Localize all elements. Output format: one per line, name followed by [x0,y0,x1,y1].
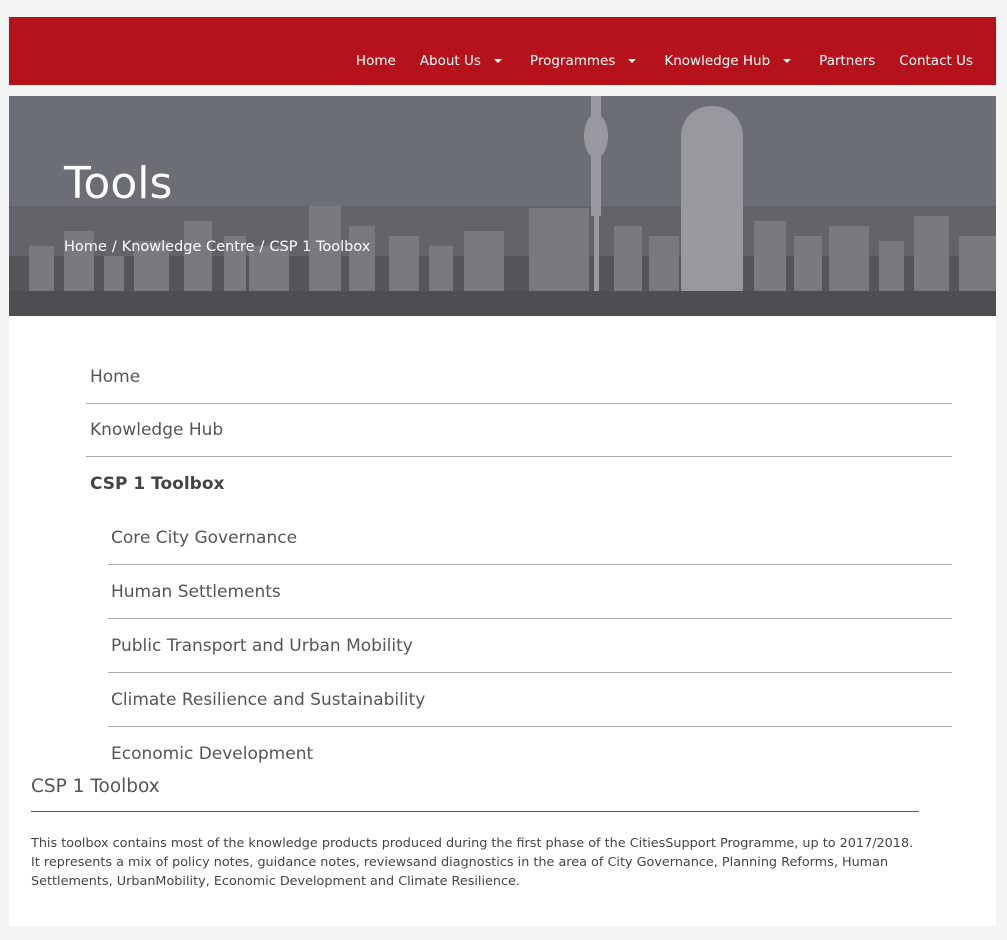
breadcrumb-separator: / [111,239,117,255]
nav-partners-label: Partners [819,53,876,69]
breadcrumb-home[interactable]: Home [64,239,107,255]
sidebar-item-label: Public Transport and Urban Mobility [111,635,413,656]
sidebar-item-label: Knowledge Hub [90,420,224,440]
sidebar-item-label: Core City Governance [111,527,298,548]
section-description: This toolbox contains most of the knowle… [31,836,914,889]
nav-knowledge-hub[interactable]: Knowledge Hub [664,53,795,69]
nav-contact-us-label: Contact Us [899,53,973,69]
breadcrumb-current: CSP 1 Toolbox [269,239,371,255]
main-menu: Home About Us Programmes Knowledge Hub P… [332,53,973,69]
sidebar-item-label: Home [90,367,141,387]
sidebar-item-home[interactable]: Home [86,351,952,404]
chevron-down-icon [783,59,792,63]
breadcrumb: Home / Knowledge Centre / CSP 1 Toolbox [64,239,370,255]
chevron-down-icon [493,59,502,63]
sidebar-item-economic-development[interactable]: Economic Development [108,727,952,781]
sidebar-item-human-settlements[interactable]: Human Settlements [108,565,952,619]
sidebar-item-label: Climate Resilience and Sustainability [111,689,426,710]
sidebar-item-label: Human Settlements [111,581,281,602]
top-navigation-bar: Home About Us Programmes Knowledge Hub P… [9,17,996,85]
sidebar-section-csp1-toolbox[interactable]: CSP 1 Toolbox [86,457,952,511]
hero-banner: Tools Home / Knowledge Centre / CSP 1 To… [9,96,996,316]
nav-programmes[interactable]: Programmes [530,53,640,69]
nav-knowledge-hub-label: Knowledge Hub [664,53,771,69]
nav-home-label: Home [355,53,396,69]
section-title: CSP 1 Toolbox [31,776,919,812]
nav-home[interactable]: Home [356,53,396,69]
breadcrumb-knowledge-centre[interactable]: Knowledge Centre [122,239,255,255]
sidebar-item-knowledge-hub[interactable]: Knowledge Hub [86,404,952,457]
nav-contact-us[interactable]: Contact Us [899,53,973,69]
nav-partners[interactable]: Partners [819,53,875,69]
nav-about-us-label: About Us [419,53,481,69]
sidebar-item-core-city-governance[interactable]: Core City Governance [108,511,952,565]
sidebar-menu: Home Knowledge Hub CSP 1 Toolbox Core Ci… [86,351,952,781]
sidebar-item-label: Economic Development [111,744,314,764]
chevron-down-icon [628,59,637,63]
nav-programmes-label: Programmes [529,53,616,69]
sidebar-item-public-transport[interactable]: Public Transport and Urban Mobility [108,619,952,673]
sidebar-submenu: Core City Governance Human Settlements P… [108,511,952,781]
main-content: Home Knowledge Hub CSP 1 Toolbox Core Ci… [9,316,996,926]
nav-about-us[interactable]: About Us [420,53,506,69]
sidebar-item-climate-resilience[interactable]: Climate Resilience and Sustainability [108,673,952,727]
page-title: Tools [64,158,173,209]
breadcrumb-separator: / [259,239,265,255]
sidebar-section-label: CSP 1 Toolbox [90,474,225,494]
